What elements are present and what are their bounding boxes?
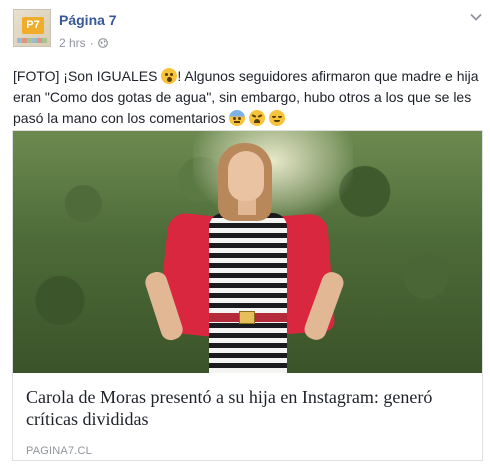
link-preview-photo[interactable]: [13, 131, 482, 373]
chevron-down-icon[interactable]: [470, 13, 482, 21]
page-avatar[interactable]: P7: [13, 9, 51, 47]
cold-sweat-emoji-icon: [229, 110, 246, 126]
post-text-part1: [FOTO] ¡Son IGUALES: [13, 68, 162, 84]
facebook-post: P7 Página 7 2 hrs · [FOTO] ¡Son IGUALES …: [0, 0, 490, 466]
link-title[interactable]: Carola de Moras presentó a su hija en In…: [26, 386, 466, 430]
link-preview-card[interactable]: Carola de Moras presentó a su hija en In…: [12, 130, 483, 461]
link-preview-body[interactable]: Carola de Moras presentó a su hija en In…: [13, 373, 482, 460]
post-meta: 2 hrs ·: [59, 36, 108, 50]
page-name-link[interactable]: Página 7: [59, 12, 117, 28]
post-text: [FOTO] ¡Son IGUALES ! Algunos seguidores…: [13, 66, 483, 129]
tired-face-emoji-icon: [249, 110, 266, 126]
relieved-emoji-icon: [269, 110, 286, 126]
meta-separator: ·: [89, 36, 94, 50]
globe-icon[interactable]: [97, 38, 108, 48]
pagina7-logo: P7: [22, 17, 44, 34]
link-domain: PAGINA7.CL: [26, 445, 92, 457]
post-timestamp[interactable]: 2 hrs: [59, 36, 86, 50]
astonished-emoji-icon: [161, 68, 178, 84]
